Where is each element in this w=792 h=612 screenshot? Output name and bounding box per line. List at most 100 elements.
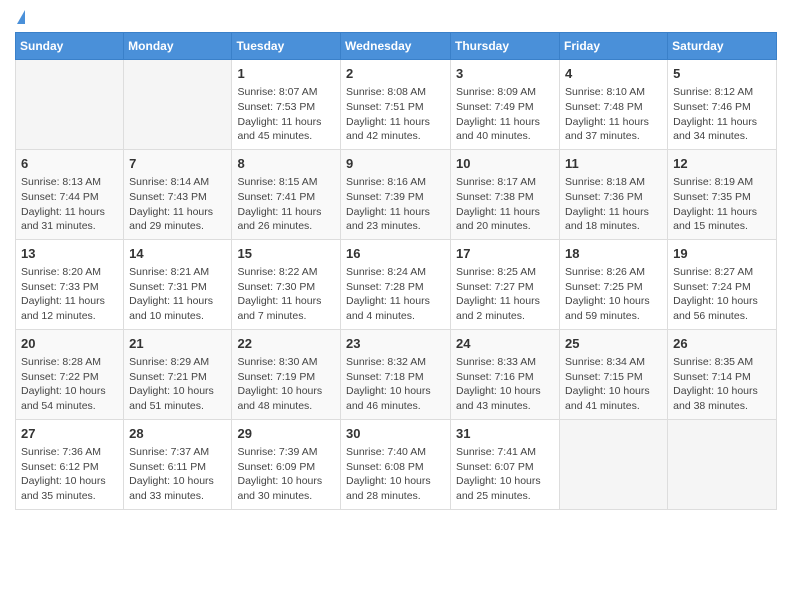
day-info: Sunrise: 8:21 AMSunset: 7:31 PMDaylight:… xyxy=(129,265,226,324)
day-number: 24 xyxy=(456,335,554,353)
calendar-cell: 19 Sunrise: 8:27 AMSunset: 7:24 PMDayligh… xyxy=(668,239,777,329)
day-info: Sunrise: 8:14 AMSunset: 7:43 PMDaylight:… xyxy=(129,175,226,234)
calendar-cell: 21 Sunrise: 8:29 AMSunset: 7:21 PMDayligh… xyxy=(124,329,232,419)
day-number: 11 xyxy=(565,155,662,173)
calendar-cell: 8Sunrise: 8:15 AMSunset: 7:41 PMDaylight… xyxy=(232,149,341,239)
day-number: 14 xyxy=(129,245,226,263)
logo-triangle-icon xyxy=(17,10,25,24)
calendar-cell: 10 Sunrise: 8:17 AMSunset: 7:38 PMDayligh… xyxy=(451,149,560,239)
calendar-week-row: 6 Sunrise: 8:13 AMSunset: 7:44 PMDaylight… xyxy=(16,149,777,239)
calendar-week-row: 27Sunrise: 7:36 AMSunset: 6:12 PMDayligh… xyxy=(16,419,777,509)
day-number: 18 xyxy=(565,245,662,263)
calendar-cell: 6 Sunrise: 8:13 AMSunset: 7:44 PMDaylight… xyxy=(16,149,124,239)
day-number: 19 xyxy=(673,245,771,263)
calendar-cell: 3 Sunrise: 8:09 AMSunset: 7:49 PMDaylight… xyxy=(451,60,560,150)
page: SundayMondayTuesdayWednesdayThursdayFrid… xyxy=(0,0,792,525)
day-number: 13 xyxy=(21,245,118,263)
day-number: 16 xyxy=(346,245,445,263)
day-number: 17 xyxy=(456,245,554,263)
day-number: 22 xyxy=(237,335,335,353)
calendar-body: 1 Sunrise: 8:07 AMSunset: 7:53 PMDaylight… xyxy=(16,60,777,510)
calendar-cell: 13 Sunrise: 8:20 AMSunset: 7:33 PMDayligh… xyxy=(16,239,124,329)
calendar-cell: 9 Sunrise: 8:16 AMSunset: 7:39 PMDaylight… xyxy=(341,149,451,239)
header xyxy=(15,10,777,24)
calendar-cell: 28Sunrise: 7:37 AMSunset: 6:11 PMDayligh… xyxy=(124,419,232,509)
calendar-cell: 24 Sunrise: 8:33 AMSunset: 7:16 PMDayligh… xyxy=(451,329,560,419)
calendar-cell: 5 Sunrise: 8:12 AMSunset: 7:46 PMDaylight… xyxy=(668,60,777,150)
day-info: Sunrise: 8:07 AMSunset: 7:53 PMDaylight:… xyxy=(237,85,335,144)
calendar-cell: 2 Sunrise: 8:08 AMSunset: 7:51 PMDaylight… xyxy=(341,60,451,150)
day-info: Sunrise: 8:32 AMSunset: 7:18 PMDaylight:… xyxy=(346,355,445,414)
day-info: Sunrise: 7:39 AMSunset: 6:09 PMDaylight:… xyxy=(237,445,335,504)
calendar-week-row: 1 Sunrise: 8:07 AMSunset: 7:53 PMDaylight… xyxy=(16,60,777,150)
day-info: Sunrise: 7:36 AMSunset: 6:12 PMDaylight:… xyxy=(21,445,118,504)
weekday-header-cell: Friday xyxy=(560,33,668,60)
day-info: Sunrise: 8:12 AMSunset: 7:46 PMDaylight:… xyxy=(673,85,771,144)
calendar-cell xyxy=(16,60,124,150)
day-info: Sunrise: 8:20 AMSunset: 7:33 PMDaylight:… xyxy=(21,265,118,324)
weekday-header-cell: Tuesday xyxy=(232,33,341,60)
calendar-cell: 4Sunrise: 8:10 AMSunset: 7:48 PMDaylight… xyxy=(560,60,668,150)
day-info: Sunrise: 8:26 AMSunset: 7:25 PMDaylight:… xyxy=(565,265,662,324)
day-number: 21 xyxy=(129,335,226,353)
calendar-cell: 29 Sunrise: 7:39 AMSunset: 6:09 PMDayligh… xyxy=(232,419,341,509)
day-info: Sunrise: 8:35 AMSunset: 7:14 PMDaylight:… xyxy=(673,355,771,414)
calendar-cell: 31Sunrise: 7:41 AMSunset: 6:07 PMDayligh… xyxy=(451,419,560,509)
day-info: Sunrise: 8:17 AMSunset: 7:38 PMDaylight:… xyxy=(456,175,554,234)
day-info: Sunrise: 8:30 AMSunset: 7:19 PMDaylight:… xyxy=(237,355,335,414)
day-number: 3 xyxy=(456,65,554,83)
day-info: Sunrise: 7:41 AMSunset: 6:07 PMDaylight:… xyxy=(456,445,554,504)
calendar-cell: 27Sunrise: 7:36 AMSunset: 6:12 PMDayligh… xyxy=(16,419,124,509)
day-number: 2 xyxy=(346,65,445,83)
calendar-cell xyxy=(124,60,232,150)
day-number: 5 xyxy=(673,65,771,83)
logo xyxy=(15,10,25,24)
day-number: 1 xyxy=(237,65,335,83)
calendar-week-row: 20 Sunrise: 8:28 AMSunset: 7:22 PMDayligh… xyxy=(16,329,777,419)
calendar-table: SundayMondayTuesdayWednesdayThursdayFrid… xyxy=(15,32,777,510)
day-number: 12 xyxy=(673,155,771,173)
calendar-cell xyxy=(668,419,777,509)
calendar-cell: 17Sunrise: 8:25 AMSunset: 7:27 PMDayligh… xyxy=(451,239,560,329)
day-info: Sunrise: 8:24 AMSunset: 7:28 PMDaylight:… xyxy=(346,265,445,324)
calendar-week-row: 13 Sunrise: 8:20 AMSunset: 7:33 PMDayligh… xyxy=(16,239,777,329)
day-info: Sunrise: 8:09 AMSunset: 7:49 PMDaylight:… xyxy=(456,85,554,144)
weekday-header-cell: Saturday xyxy=(668,33,777,60)
day-info: Sunrise: 8:08 AMSunset: 7:51 PMDaylight:… xyxy=(346,85,445,144)
day-info: Sunrise: 7:37 AMSunset: 6:11 PMDaylight:… xyxy=(129,445,226,504)
day-info: Sunrise: 8:33 AMSunset: 7:16 PMDaylight:… xyxy=(456,355,554,414)
calendar-cell: 30Sunrise: 7:40 AMSunset: 6:08 PMDayligh… xyxy=(341,419,451,509)
day-number: 4 xyxy=(565,65,662,83)
day-info: Sunrise: 7:40 AMSunset: 6:08 PMDaylight:… xyxy=(346,445,445,504)
calendar-cell: 7 Sunrise: 8:14 AMSunset: 7:43 PMDaylight… xyxy=(124,149,232,239)
day-number: 9 xyxy=(346,155,445,173)
day-number: 25 xyxy=(565,335,662,353)
day-number: 6 xyxy=(21,155,118,173)
day-number: 20 xyxy=(21,335,118,353)
day-number: 29 xyxy=(237,425,335,443)
weekday-header-cell: Monday xyxy=(124,33,232,60)
calendar-cell: 12 Sunrise: 8:19 AMSunset: 7:35 PMDayligh… xyxy=(668,149,777,239)
calendar-cell: 15Sunrise: 8:22 AMSunset: 7:30 PMDayligh… xyxy=(232,239,341,329)
weekday-header-cell: Thursday xyxy=(451,33,560,60)
day-number: 15 xyxy=(237,245,335,263)
day-info: Sunrise: 8:13 AMSunset: 7:44 PMDaylight:… xyxy=(21,175,118,234)
day-number: 7 xyxy=(129,155,226,173)
day-number: 10 xyxy=(456,155,554,173)
calendar-cell: 18 Sunrise: 8:26 AMSunset: 7:25 PMDayligh… xyxy=(560,239,668,329)
day-info: Sunrise: 8:27 AMSunset: 7:24 PMDaylight:… xyxy=(673,265,771,324)
day-info: Sunrise: 8:16 AMSunset: 7:39 PMDaylight:… xyxy=(346,175,445,234)
day-info: Sunrise: 8:19 AMSunset: 7:35 PMDaylight:… xyxy=(673,175,771,234)
calendar-cell: 23Sunrise: 8:32 AMSunset: 7:18 PMDayligh… xyxy=(341,329,451,419)
day-number: 8 xyxy=(237,155,335,173)
day-info: Sunrise: 8:28 AMSunset: 7:22 PMDaylight:… xyxy=(21,355,118,414)
calendar-cell: 20 Sunrise: 8:28 AMSunset: 7:22 PMDayligh… xyxy=(16,329,124,419)
calendar-cell: 25Sunrise: 8:34 AMSunset: 7:15 PMDayligh… xyxy=(560,329,668,419)
calendar-cell: 16 Sunrise: 8:24 AMSunset: 7:28 PMDayligh… xyxy=(341,239,451,329)
day-number: 26 xyxy=(673,335,771,353)
weekday-header-cell: Wednesday xyxy=(341,33,451,60)
calendar-cell: 26 Sunrise: 8:35 AMSunset: 7:14 PMDayligh… xyxy=(668,329,777,419)
calendar-cell: 1 Sunrise: 8:07 AMSunset: 7:53 PMDaylight… xyxy=(232,60,341,150)
day-info: Sunrise: 8:29 AMSunset: 7:21 PMDaylight:… xyxy=(129,355,226,414)
day-info: Sunrise: 8:18 AMSunset: 7:36 PMDaylight:… xyxy=(565,175,662,234)
